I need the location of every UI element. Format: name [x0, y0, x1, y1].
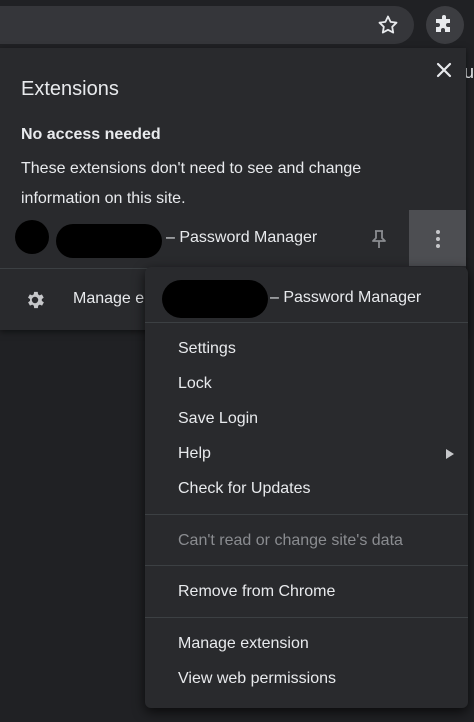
menu-extension-name: – Password Manager	[270, 289, 422, 306]
menu-divider	[145, 617, 468, 618]
menu-item-settings[interactable]: Settings	[145, 332, 468, 367]
more-vertical-icon-dot	[436, 237, 440, 241]
extension-name-redacted	[56, 224, 162, 258]
menu-item-lock[interactable]: Lock	[145, 367, 468, 402]
menu-item-label: Remove from Chrome	[178, 583, 336, 600]
menu-item-label: Settings	[178, 340, 236, 357]
section-heading: No access needed	[21, 126, 161, 143]
menu-item-manage-extension[interactable]: Manage extension	[145, 627, 468, 662]
menu-item-save-login[interactable]: Save Login	[145, 402, 468, 437]
menu-item-site-access: Can't read or change site's data	[145, 524, 468, 559]
chevron-right-icon	[446, 449, 454, 459]
menu-divider	[145, 565, 468, 566]
browser-toolbar	[0, 0, 474, 48]
menu-item-remove[interactable]: Remove from Chrome	[145, 575, 468, 610]
section-description: These extensions don't need to see and c…	[21, 160, 362, 207]
star-icon[interactable]	[376, 13, 400, 37]
close-icon[interactable]	[434, 60, 454, 80]
more-vertical-icon	[436, 230, 440, 234]
menu-item-label: Can't read or change site's data	[178, 532, 403, 549]
extension-name: – Password Manager	[166, 229, 318, 246]
puzzle-icon	[436, 15, 450, 32]
extensions-button[interactable]	[426, 6, 464, 44]
more-vertical-icon-dot	[436, 244, 440, 248]
menu-extension-name-redacted	[162, 280, 268, 318]
gear-icon	[24, 289, 46, 316]
manage-extensions-link[interactable]: Manage e	[73, 290, 144, 308]
address-bar[interactable]	[0, 6, 414, 44]
pin-icon[interactable]	[370, 229, 388, 254]
menu-item-check-updates[interactable]: Check for Updates	[145, 472, 468, 507]
panel-title: Extensions	[21, 78, 119, 100]
menu-item-label: View web permissions	[178, 670, 336, 687]
menu-divider	[145, 514, 468, 515]
menu-item-label: Save Login	[178, 410, 259, 427]
menu-item-label: Lock	[178, 375, 212, 392]
menu-divider	[145, 322, 468, 323]
menu-item-label: Help	[178, 445, 211, 462]
menu-item-web-permissions[interactable]: View web permissions	[145, 662, 468, 697]
menu-item-help[interactable]: Help	[145, 437, 468, 472]
menu-item-label: Check for Updates	[178, 480, 311, 497]
extension-icon-redacted	[15, 220, 49, 254]
more-actions-button[interactable]	[409, 210, 466, 266]
menu-item-label: Manage extension	[178, 635, 309, 652]
